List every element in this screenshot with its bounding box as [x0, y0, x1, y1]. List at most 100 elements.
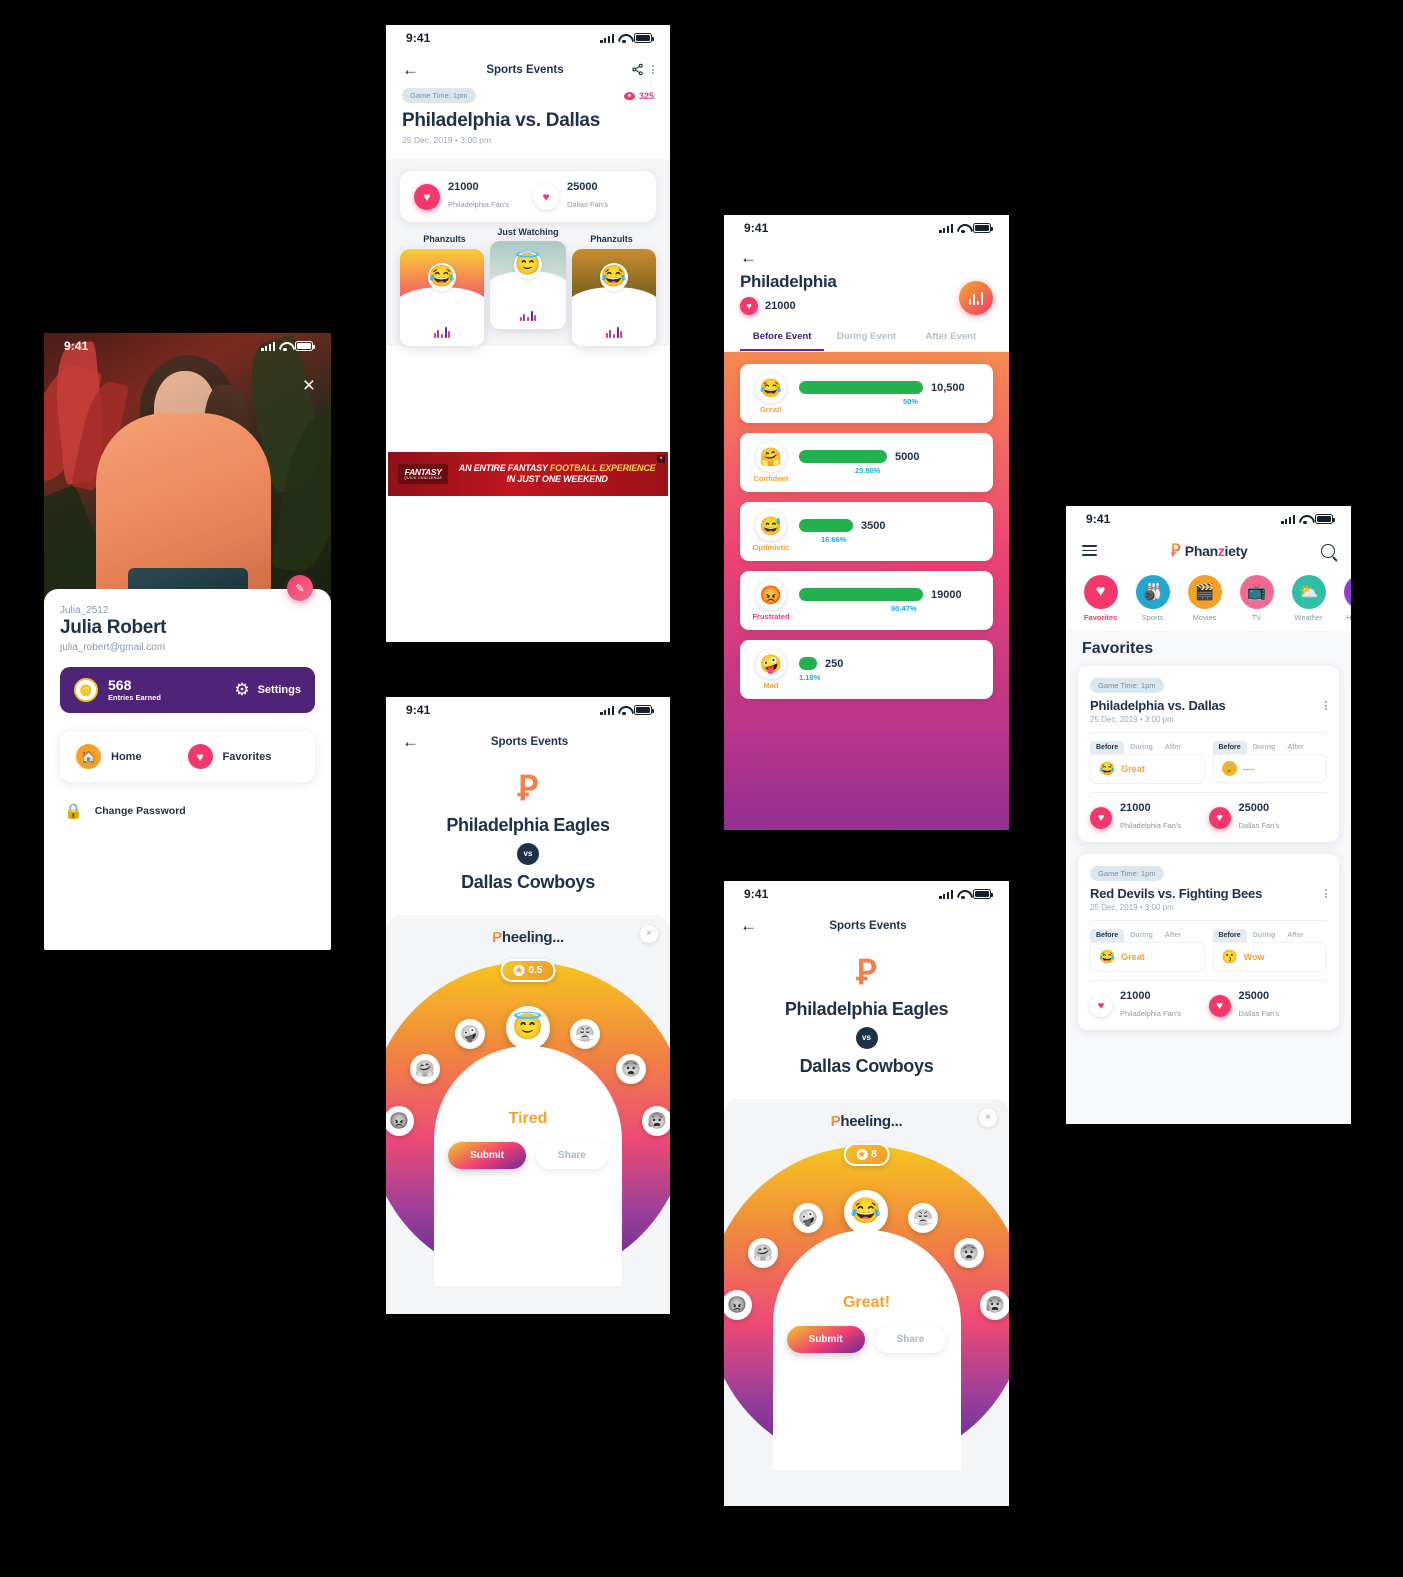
tab-during[interactable]: During	[1247, 741, 1282, 754]
submit-button[interactable]: Submit	[448, 1141, 527, 1169]
category-tv[interactable]: 📺 TV	[1234, 575, 1279, 622]
fan-cell-away[interactable]: ♥ 25000 Dallas Fan's	[1208, 802, 1328, 833]
advertisement-banner[interactable]: FANTASY QUICK CHALLENGE AN ENTIRE FANTAS…	[388, 452, 668, 497]
back-button[interactable]: ←	[402, 61, 419, 78]
category-sports[interactable]: 🎳 Sports	[1130, 575, 1175, 622]
tab-during[interactable]: During	[1124, 929, 1159, 942]
ad-logo: FANTASY QUICK CHALLENGE	[398, 463, 449, 485]
fan-cell-away[interactable]: ♥ 25000 Dallas Fan's	[1208, 990, 1328, 1021]
phanzults-card-away[interactable]: 😂 Frustrated	[572, 249, 656, 347]
bdt-card-home[interactable]: Before During After ? 🔒 🔒 😲 500	[400, 362, 484, 426]
tab-during[interactable]: During	[428, 362, 456, 376]
reaction-block-home[interactable]: Before During After 😂 Great	[1090, 929, 1205, 973]
close-icon[interactable]: ×	[640, 924, 658, 943]
wheel-emoji[interactable]: 🤪	[793, 1202, 823, 1233]
stat-row[interactable]: 😡 Frustrated 19000 90.47%	[740, 571, 993, 630]
wheel-emoji[interactable]: 😨	[616, 1053, 646, 1084]
tab-before[interactable]: Before	[400, 362, 428, 376]
reaction-block-away[interactable]: Before During After 🔒 ----	[1212, 741, 1328, 784]
tab-after[interactable]: After	[1159, 929, 1187, 942]
edit-profile-button[interactable]: ✎	[287, 575, 313, 601]
more-vertical-icon[interactable]	[1325, 701, 1327, 711]
wheel-emoji[interactable]: 😨	[954, 1237, 984, 1268]
emoji-wheel[interactable]: ★ 8 😡 🤗 🤪 😂 😤 😨 😰 Great! Submit Share	[724, 1142, 1009, 1470]
tab-after[interactable]: After	[1281, 929, 1309, 942]
share-button[interactable]: Share	[536, 1141, 608, 1169]
fan-cell-home[interactable]: ♥ 21000 Philadelphia Fan's	[1090, 990, 1209, 1021]
tab-during[interactable]: During	[600, 362, 628, 376]
category-strip[interactable]: ♥ Favorites 🎳 Sports 🎬 Movies 📺 TV ⛅ Wea…	[1066, 569, 1351, 630]
tab-before[interactable]: Before	[572, 362, 600, 376]
tab-before[interactable]: Before	[490, 390, 516, 404]
back-button[interactable]: ←	[740, 917, 757, 934]
category-favorites[interactable]: ♥ Favorites	[1078, 575, 1123, 622]
share-button[interactable]: Share	[874, 1325, 947, 1353]
more-vertical-icon[interactable]	[652, 64, 654, 75]
category-weather[interactable]: ⛅ Weather	[1286, 575, 1331, 622]
emoji-wheel[interactable]: ★ 0.5 😡 🤗 🤪 😇 😤 😨 😰 Tired Submit Share	[386, 958, 670, 1286]
bdt-card-away[interactable]: Before During After ? 🔒 🔒 😲 500	[572, 362, 656, 426]
bdt-tabs[interactable]: Before During After	[490, 390, 566, 404]
wheel-emoji[interactable]: 😤	[570, 1018, 600, 1049]
bdt-tabs[interactable]: Before During After	[1090, 741, 1205, 754]
nav-item-favorites[interactable]: ♥ Favorites	[187, 744, 300, 769]
tab-during[interactable]: During	[515, 390, 541, 404]
tab-during[interactable]: During	[1124, 741, 1159, 754]
stat-row[interactable]: 😂 Great! 10,500 50%	[740, 364, 993, 423]
fan-cell-away[interactable]: ♥ 25000 Dallas Fan's	[533, 181, 642, 212]
tab-during[interactable]: During	[1247, 929, 1282, 942]
phanzults-card-home[interactable]: 😂 Great	[400, 249, 484, 347]
more-vertical-icon[interactable]	[1325, 889, 1327, 899]
tab-before[interactable]: Before	[1090, 929, 1125, 943]
search-icon[interactable]	[1321, 543, 1335, 558]
bdt-tabs[interactable]: Before During After	[400, 362, 484, 376]
nav-item-home[interactable]: 🏠 Home	[76, 744, 188, 769]
bdt-tabs[interactable]: Before During After	[1212, 929, 1328, 943]
close-ad-icon[interactable]: ×	[657, 455, 665, 464]
bdt-tabs[interactable]: Before During After	[1212, 741, 1328, 754]
signal-icon	[600, 705, 614, 715]
back-button[interactable]: ←	[740, 249, 993, 266]
category-movies[interactable]: 🎬 Movies	[1182, 575, 1227, 622]
share-icon[interactable]	[631, 63, 644, 76]
wheel-emoji[interactable]: 🤗	[410, 1053, 440, 1084]
hamburger-icon[interactable]	[1082, 544, 1097, 557]
stat-row[interactable]: 😅 Optimistic 3500 16.66%	[740, 502, 993, 561]
phanzults-card-center[interactable]: 😇 Tired	[490, 241, 566, 330]
wheel-emoji[interactable]: 🤪	[455, 1018, 485, 1049]
tab-before[interactable]: Before	[1090, 741, 1125, 754]
tab-during-event[interactable]: During Event	[824, 323, 908, 351]
stat-row[interactable]: 🤪 Mad 250 1.18%	[740, 640, 993, 699]
category-holidays[interactable]: 🎄 Holidays	[1338, 575, 1351, 622]
wheel-emoji[interactable]: 🤗	[748, 1237, 778, 1268]
submit-button[interactable]: Submit	[786, 1325, 865, 1353]
tab-after-event[interactable]: After Event	[909, 323, 993, 351]
tab-after[interactable]: After	[628, 362, 656, 376]
wheel-emoji[interactable]: 😤	[908, 1202, 938, 1233]
tab-before[interactable]: Before	[1212, 929, 1247, 943]
settings-button[interactable]: ⚙ Settings	[234, 680, 301, 700]
fan-cell-home[interactable]: ♥ 21000 Philadelphia Fan's	[1090, 802, 1209, 833]
event-head: Red Devils vs. Fighting Bees 25 Dec, 201…	[1090, 881, 1327, 912]
reaction-block-away[interactable]: Before During After 😗 Wow	[1212, 929, 1328, 973]
close-icon[interactable]: ×	[303, 375, 315, 396]
stat-row[interactable]: 🤗 Confident 5000 23.80%	[740, 433, 993, 492]
profile-screen: 9:41 × ✎ Julia_2512 Julia Robert julia_r…	[44, 333, 331, 950]
event-card[interactable]: Game Time: 1pm Philadelphia vs. Dallas 2…	[1078, 666, 1339, 843]
bar-chart-icon[interactable]	[959, 281, 993, 315]
event-card[interactable]: Game Time: 1pm Red Devils vs. Fighting B…	[1078, 854, 1339, 1031]
bdt-tabs[interactable]: Before During After	[1090, 929, 1205, 943]
event-phase-tabs[interactable]: Before Event During Event After Event	[724, 323, 1009, 352]
bdt-tabs[interactable]: Before During After	[572, 362, 656, 376]
reaction-block-home[interactable]: Before During After 😂 Great	[1090, 741, 1205, 784]
change-password-row[interactable]: 🔒 Change Password	[60, 782, 315, 820]
close-icon[interactable]: ×	[979, 1108, 997, 1127]
tab-after[interactable]: After	[1281, 741, 1309, 754]
tab-before-event[interactable]: Before Event	[740, 323, 825, 351]
tab-after[interactable]: After	[456, 362, 484, 376]
tab-after[interactable]: After	[540, 390, 566, 404]
tab-after[interactable]: After	[1159, 741, 1187, 754]
tab-before[interactable]: Before	[1212, 741, 1247, 754]
back-button[interactable]: ←	[402, 733, 419, 750]
fan-cell-home[interactable]: ♥ 21000 Philadelphia Fan's	[414, 181, 523, 212]
